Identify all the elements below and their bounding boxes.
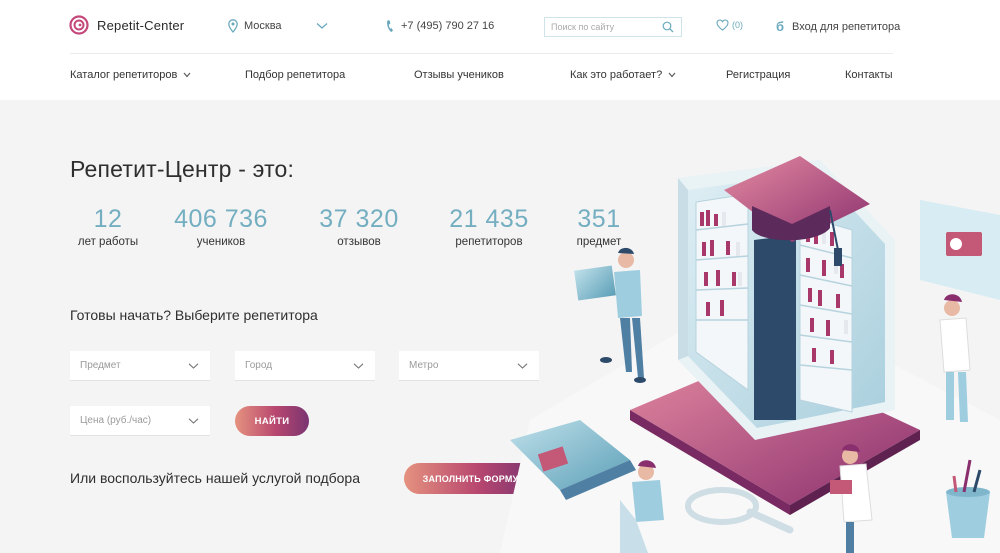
phone-number: +7 (495) 790 27 16 bbox=[401, 20, 495, 32]
logo[interactable]: Repetit-Center bbox=[69, 15, 184, 35]
header-divider bbox=[70, 53, 893, 54]
chevron-down-icon bbox=[353, 363, 364, 369]
nav-item-contacts[interactable]: Контакты bbox=[845, 69, 893, 81]
tutor-login-label: Вход для репетитора bbox=[792, 20, 901, 33]
nav-item-label: Отзывы учеников bbox=[414, 69, 504, 81]
chevron-down-icon bbox=[183, 72, 191, 78]
city-select[interactable]: Город bbox=[235, 351, 375, 381]
hero-illustration bbox=[500, 156, 1000, 553]
price-select-value: Цена (руб./час) bbox=[80, 415, 152, 426]
phone-link[interactable]: +7 (495) 790 27 16 bbox=[386, 19, 494, 33]
tutor-login-link[interactable]: б Вход для репетитора bbox=[776, 19, 900, 34]
stat-label: лет работы bbox=[77, 236, 139, 248]
favorites-link[interactable]: (0) bbox=[716, 19, 743, 31]
stat-students: 406 736 учеников bbox=[166, 204, 276, 248]
price-select[interactable]: Цена (руб./час) bbox=[70, 406, 210, 436]
nav-item-reviews[interactable]: Отзывы учеников bbox=[414, 69, 504, 81]
screen-column bbox=[754, 235, 796, 420]
heart-icon bbox=[716, 19, 729, 31]
nav-item-label: Регистрация bbox=[726, 69, 791, 81]
subject-select-value: Предмет bbox=[80, 360, 121, 371]
city-selector[interactable]: Москва bbox=[228, 19, 328, 33]
nav-item-how-it-works[interactable]: Как это работает? bbox=[570, 69, 676, 81]
stat-label: отзывов bbox=[337, 236, 381, 248]
site-header: Repetit-Center Москва +7 (495) 790 27 16… bbox=[0, 0, 1000, 100]
stat-years: 12 лет работы bbox=[72, 204, 144, 248]
chevron-down-icon bbox=[188, 363, 199, 369]
search-input[interactable] bbox=[551, 22, 651, 32]
hero-title: Репетит-Центр - это: bbox=[70, 156, 295, 182]
metro-select-value: Метро bbox=[409, 360, 439, 371]
nav-item-registration[interactable]: Регистрация bbox=[726, 69, 790, 81]
location-pin-icon bbox=[228, 19, 238, 33]
phone-icon bbox=[387, 20, 393, 32]
nav-item-catalog[interactable]: Каталог репетиторов bbox=[70, 69, 191, 81]
login-icon: б bbox=[776, 19, 785, 34]
nav-item-label: Контакты bbox=[845, 69, 893, 81]
nav-item-label: Подбор репетитора bbox=[245, 69, 346, 81]
logo-spiral-icon bbox=[69, 15, 89, 35]
stat-value: 406 736 bbox=[174, 205, 268, 233]
logo-text: Repetit-Center bbox=[97, 17, 185, 33]
city-label: Москва bbox=[244, 20, 282, 32]
nav-item-label: Каталог репетиторов bbox=[70, 69, 178, 81]
stat-value: 12 bbox=[93, 205, 123, 233]
city-select-value: Город bbox=[245, 360, 273, 371]
chevron-down-icon bbox=[668, 72, 676, 78]
filters-heading: Готовы начать? Выберите репетитора bbox=[70, 307, 318, 323]
nav-item-selection[interactable]: Подбор репетитора bbox=[245, 69, 345, 81]
search-box bbox=[544, 17, 682, 37]
nav-item-label: Как это работает? bbox=[570, 69, 663, 81]
chevron-down-icon bbox=[188, 418, 199, 424]
subject-select[interactable]: Предмет bbox=[70, 351, 210, 381]
service-text: Или воспользуйтесь нашей услугой подбора bbox=[70, 470, 360, 486]
stat-reviews: 37 320 отзывов bbox=[312, 204, 406, 248]
find-button[interactable]: НАЙТИ bbox=[235, 406, 309, 436]
favorites-count: (0) bbox=[732, 20, 743, 30]
search-icon[interactable] bbox=[662, 21, 674, 33]
stat-value: 37 320 bbox=[319, 205, 399, 233]
stat-label: учеников bbox=[196, 236, 246, 248]
chevron-down-icon bbox=[316, 23, 327, 29]
